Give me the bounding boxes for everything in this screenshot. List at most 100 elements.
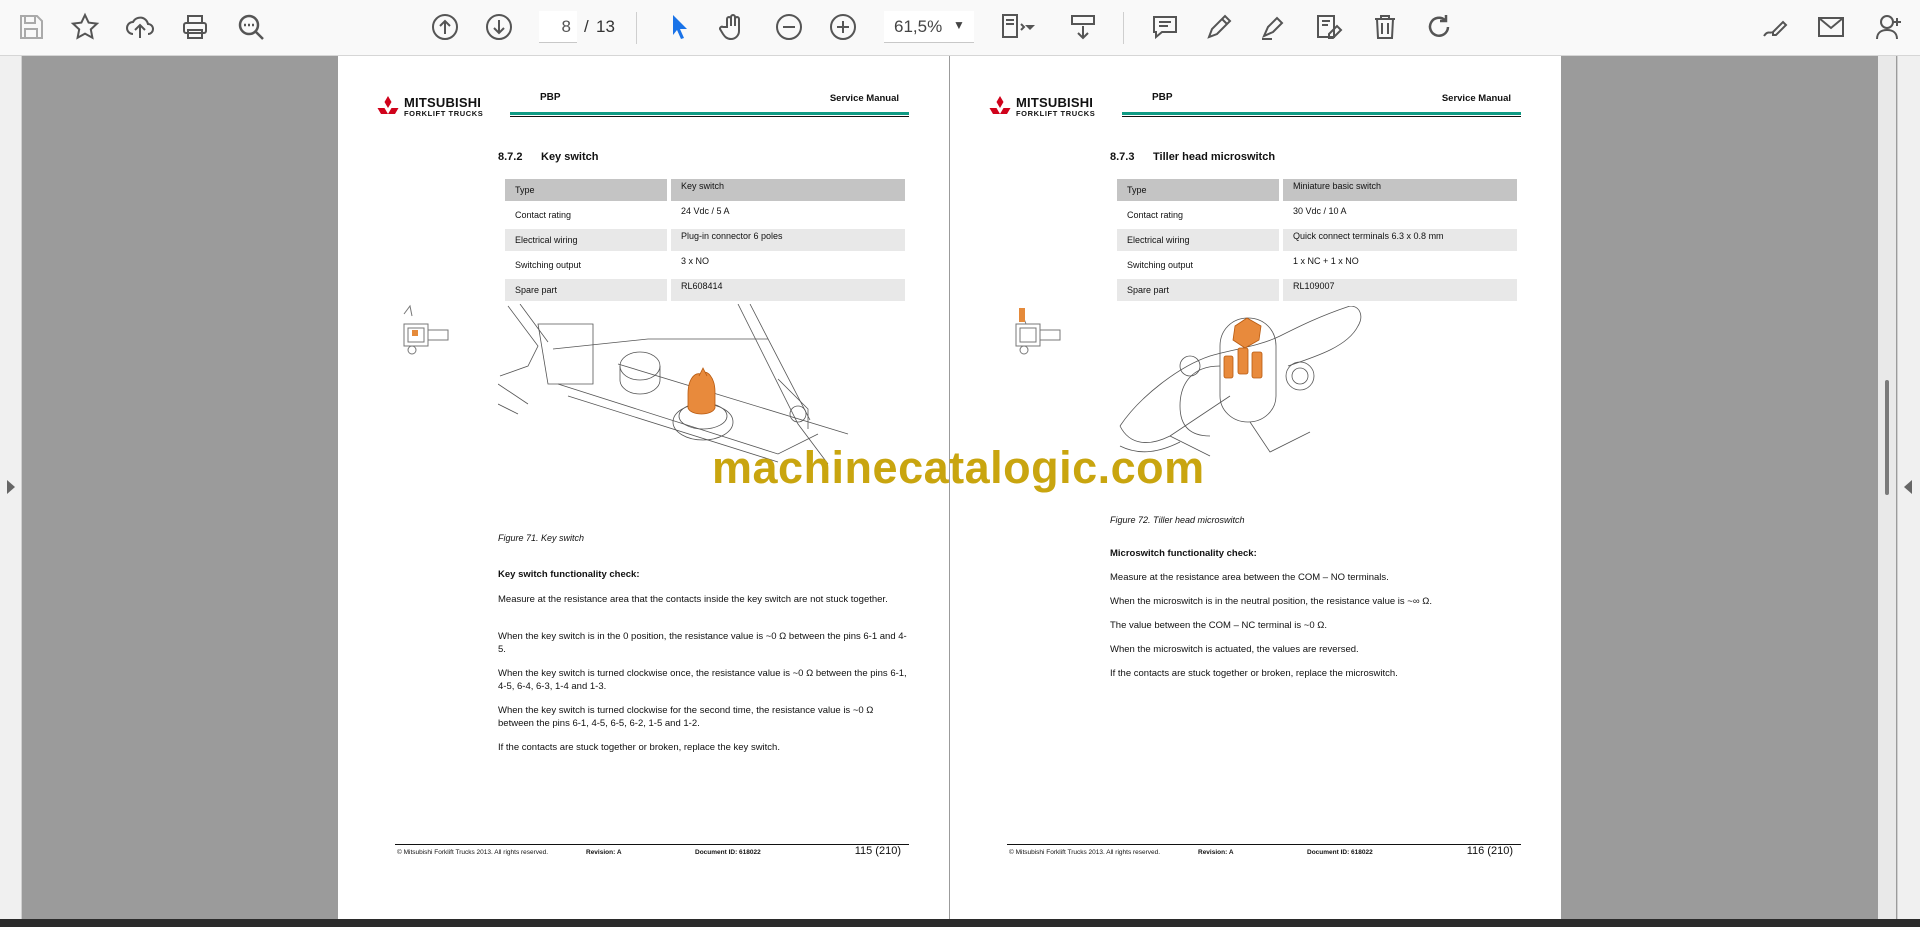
check-heading: Microswitch functionality check: (1110, 548, 1257, 559)
zoom-value: 61,5% (894, 17, 943, 36)
section-number: 8.7.2 (498, 151, 523, 163)
spec-key: Switching output (515, 260, 582, 270)
spec-key: Type (1117, 179, 1279, 201)
table-row: Spare part RL109007 (1117, 279, 1517, 301)
rotate-icon[interactable] (1422, 10, 1456, 44)
spec-key: Type (505, 179, 667, 201)
spec-value: Quick connect terminals 6.3 x 0.8 mm (1283, 229, 1517, 251)
select-cursor-icon[interactable] (662, 10, 696, 44)
paragraph: If the contacts are stuck together or br… (1110, 668, 1398, 679)
section-title: Key switch (541, 151, 599, 163)
footer-page-number: 115 (210) (854, 845, 901, 857)
header-document-type: Service Manual (829, 93, 899, 104)
table-row: Electrical wiring Plug-in connector 6 pol… (505, 229, 905, 251)
spec-key: Contact rating (515, 210, 572, 220)
footer-copyright: © Mitsubishi Forklift Trucks 2013. All r… (397, 849, 549, 856)
comment-icon[interactable] (1148, 10, 1182, 44)
paragraph: If the contacts are stuck together or br… (498, 742, 780, 753)
expand-left-panel-icon[interactable] (7, 480, 15, 494)
scrollbar-thumb[interactable] (1885, 380, 1889, 495)
zoom-in-icon[interactable] (826, 10, 860, 44)
table-row: Switching output 3 x NO (505, 254, 905, 276)
spec-key: Electrical wiring (1117, 229, 1279, 251)
header-rule-thin (510, 116, 909, 117)
table-row: Switching output 1 x NC + 1 x NO (1117, 254, 1517, 276)
watermark-text: machinecatalogic.com (712, 442, 1205, 493)
spec-key: Contact rating (1127, 210, 1184, 220)
section-heading: 8.7.3 Tiller head microswitch (1110, 151, 1275, 163)
prev-page-icon[interactable] (428, 10, 462, 44)
table-row: Type Miniature basic switch (1117, 179, 1517, 201)
spec-value: 1 x NC + 1 x NO (1293, 256, 1359, 266)
paragraph: When the microswitch is in the neutral p… (1110, 596, 1432, 607)
spec-table: Type Miniature basic switch Contact ratin… (1113, 176, 1521, 304)
spec-value: 24 Vdc / 5 A (681, 206, 730, 216)
truck-location-thumbnail (403, 304, 449, 355)
paragraph: When the key switch is turned clockwise … (498, 705, 874, 729)
next-page-icon[interactable] (482, 10, 516, 44)
page-total: 13 (596, 17, 615, 36)
brand-logo-text: MITSUBISHI FORKLIFT TRUCKS (404, 95, 484, 118)
header-model: PBP (540, 92, 561, 103)
footer-rule (395, 844, 909, 845)
upload-cloud-icon[interactable] (123, 10, 157, 44)
paragraph: Measure at the resistance area that the … (498, 594, 888, 605)
table-row: Contact rating 24 Vdc / 5 A (505, 204, 905, 226)
spec-key: Spare part (1117, 279, 1279, 301)
footer-page-number: 116 (210) (1466, 845, 1513, 857)
sign-icon[interactable] (1758, 10, 1792, 44)
print-icon[interactable] (178, 10, 212, 44)
header-rule (1122, 112, 1521, 115)
figure-caption: Figure 71. Key switch (498, 533, 585, 543)
stamp-icon[interactable] (1312, 10, 1346, 44)
add-user-icon[interactable] (1872, 10, 1906, 44)
pen-icon[interactable] (1202, 10, 1236, 44)
paragraph: When the microswitch is actuated, the va… (1110, 644, 1359, 655)
hand-tool-icon[interactable] (716, 10, 750, 44)
paragraph: When the key switch is turned clockwise … (498, 668, 907, 692)
delete-icon[interactable] (1368, 10, 1402, 44)
spec-value: RL608414 (671, 279, 905, 301)
expand-right-panel-icon[interactable] (1904, 480, 1912, 494)
highlight-icon[interactable] (1256, 10, 1290, 44)
toolbar-divider (1123, 12, 1124, 44)
brand-logo-text: MITSUBISHI FORKLIFT TRUCKS (1016, 95, 1096, 118)
header-document-type: Service Manual (1441, 93, 1511, 104)
spec-key: Spare part (505, 279, 667, 301)
figure-caption: Figure 72. Tiller head microswitch (1110, 515, 1245, 525)
bottom-edge-bar (0, 919, 1920, 927)
zoom-search-icon[interactable] (234, 10, 268, 44)
mail-icon[interactable] (1814, 10, 1848, 44)
footer-rule (1007, 844, 1521, 845)
spec-key: Electrical wiring (505, 229, 667, 251)
paragraph: Measure at the resistance area between t… (1110, 572, 1389, 583)
table-row: Electrical wiring Quick connect terminals… (1117, 229, 1517, 251)
truck-location-thumbnail (1015, 307, 1061, 355)
fit-dropdown-icon[interactable] (1020, 10, 1040, 44)
spec-value: Key switch (671, 179, 905, 201)
zoom-dropdown-icon[interactable]: ▼ (953, 18, 965, 32)
mitsubishi-logo-icon (377, 96, 399, 114)
spec-value: Plug-in connector 6 poles (671, 229, 905, 251)
save-icon[interactable] (14, 10, 48, 44)
toolbar: / 13 61,5% ▼ (0, 0, 1920, 56)
spec-value: 30 Vdc / 10 A (1293, 206, 1347, 216)
toolbar-divider (636, 12, 637, 44)
zoom-out-icon[interactable] (772, 10, 806, 44)
spec-value: Miniature basic switch (1283, 179, 1517, 201)
header-rule-thin (1122, 116, 1521, 117)
spec-table: Type Key switch Contact rating 24 Vdc / 5 … (501, 176, 909, 304)
footer-document-id: Document ID: 618022 (695, 849, 761, 856)
paragraph: The value between the COM – NC terminal … (1110, 620, 1327, 631)
scroll-mode-icon[interactable] (1066, 10, 1100, 44)
bookmark-star-icon[interactable] (68, 10, 102, 44)
footer-revision: Revision: A (586, 849, 622, 856)
section-title: Tiller head microswitch (1153, 151, 1276, 163)
page-separator: / (584, 17, 589, 36)
mitsubishi-logo-icon (989, 96, 1011, 114)
table-row: Contact rating 30 Vdc / 10 A (1117, 204, 1517, 226)
footer-revision: Revision: A (1198, 849, 1234, 856)
page-number-input[interactable] (539, 11, 577, 43)
section-heading: 8.7.2 Key switch (498, 151, 598, 163)
header-model: PBP (1152, 92, 1173, 103)
